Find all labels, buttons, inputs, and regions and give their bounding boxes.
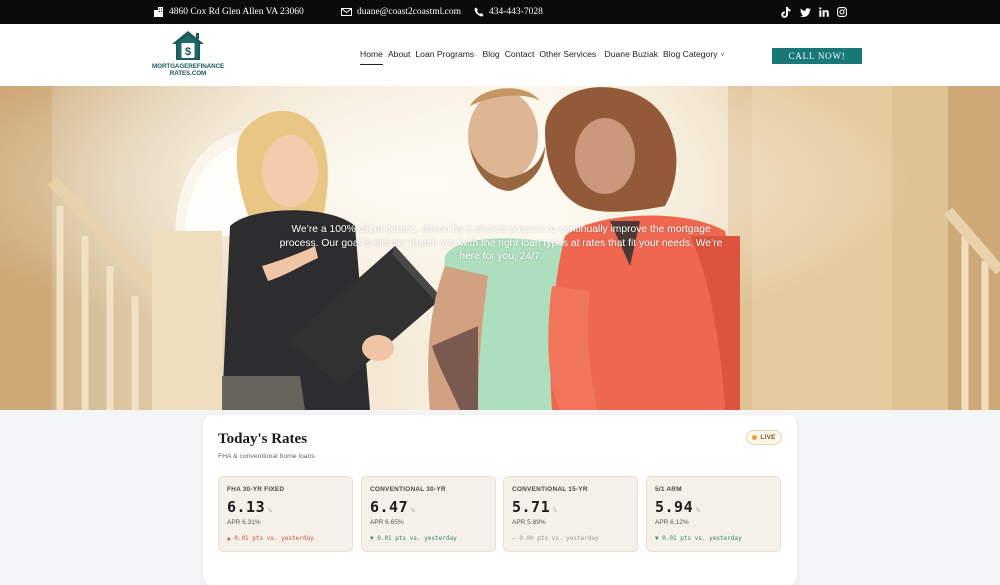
- live-badge: LIVE: [746, 430, 782, 445]
- hero-tagline: We’re a 100% client centric, driven by a…: [279, 224, 723, 262]
- nav-item-about[interactable]: About: [388, 49, 410, 65]
- tiktok-icon[interactable]: [780, 6, 792, 18]
- envelope-icon: [341, 7, 352, 18]
- rates-card: Today's Rates FHA & conventional home lo…: [203, 415, 797, 585]
- rate-apr: APR 6.31%: [227, 519, 261, 526]
- nav-item-contact[interactable]: Contact: [505, 49, 535, 65]
- building-icon: [153, 7, 164, 18]
- rate-card-fha-30: FHA 30-YR FIXED 6.13% APR 6.31% ▲ 0.01 p…: [218, 476, 353, 552]
- address-text: 4860 Cox Rd Glen Allen VA 23060: [169, 7, 304, 17]
- rate-card-conventional-30: CONVENTIONAL 30-YR 6.47% APR 6.65% ▼ 0.0…: [361, 476, 496, 552]
- chevron-down-icon: ·: [597, 52, 600, 59]
- rate-value: 6.47%: [370, 498, 416, 516]
- phone-info[interactable]: 434-443-7028: [473, 0, 543, 24]
- nav-item-blog-category[interactable]: Blog Category ˅: [663, 49, 725, 65]
- svg-text:$: $: [185, 46, 191, 58]
- rates-subtitle: FHA & conventional home loans: [218, 453, 315, 460]
- rates-title: Today's Rates: [218, 431, 308, 447]
- rate-apr: APR 6.65%: [370, 519, 404, 526]
- chevron-down-icon: ˅: [718, 52, 725, 59]
- rate-value: 5.94%: [655, 498, 701, 516]
- linkedin-icon[interactable]: [818, 6, 830, 18]
- rate-card-conventional-15: CONVENTIONAL 15-YR 5.71% APR 5.89% — 0.0…: [503, 476, 638, 552]
- rate-change: ▼ 0.01 pts vs. yesterday: [655, 535, 742, 542]
- nav-item-home[interactable]: Home: [360, 49, 383, 65]
- top-bar: 4860 Cox Rd Glen Allen VA 23060 duane@co…: [0, 0, 1000, 24]
- site-header: $ MORTGAGEREFINANCE RATES.COM Home About…: [0, 24, 1000, 86]
- rate-change: ▲ 0.01 pts vs. yesterday: [227, 535, 314, 542]
- call-now-button[interactable]: CALL NOW!: [772, 48, 862, 64]
- hero-banner: We’re a 100% client centric, driven by a…: [0, 86, 1000, 410]
- house-dollar-icon: $: [172, 31, 204, 60]
- twitter-icon[interactable]: [799, 6, 811, 18]
- email-link[interactable]: duane@coast2coastml.com: [357, 7, 461, 17]
- nav-item-duane-buziak[interactable]: Duane Buziak: [605, 49, 659, 65]
- address-info: 4860 Cox Rd Glen Allen VA 23060: [153, 0, 304, 24]
- nav-item-other-services[interactable]: Other Services·: [539, 49, 599, 65]
- main-nav: Home About Loan Programs· Blog Contact O…: [360, 49, 725, 65]
- nav-item-loan-programs[interactable]: Loan Programs·: [415, 49, 477, 65]
- rate-value: 6.13%: [227, 498, 273, 516]
- rate-change: ▼ 0.01 pts vs. yesterday: [370, 535, 457, 542]
- phone-icon: [473, 7, 484, 18]
- rate-apr: APR 5.89%: [512, 519, 546, 526]
- instagram-icon[interactable]: [836, 6, 848, 18]
- rate-change: — 0.00 pts vs. yesterday: [512, 535, 599, 542]
- live-dot-icon: [752, 435, 758, 440]
- phone-link[interactable]: 434-443-7028: [489, 7, 543, 17]
- rate-value: 5.71%: [512, 498, 558, 516]
- nav-item-blog[interactable]: Blog: [483, 49, 500, 65]
- site-logo[interactable]: $ MORTGAGEREFINANCE RATES.COM: [152, 29, 224, 81]
- chevron-down-icon: ·: [475, 52, 478, 59]
- rate-card-arm-5-1: 5/1 ARM 5.94% APR 6.12% ▼ 0.01 pts vs. y…: [646, 476, 781, 552]
- logo-wordmark: MORTGAGEREFINANCE RATES.COM: [152, 63, 225, 77]
- rate-apr: APR 6.12%: [655, 519, 689, 526]
- email-info[interactable]: duane@coast2coastml.com: [341, 0, 461, 24]
